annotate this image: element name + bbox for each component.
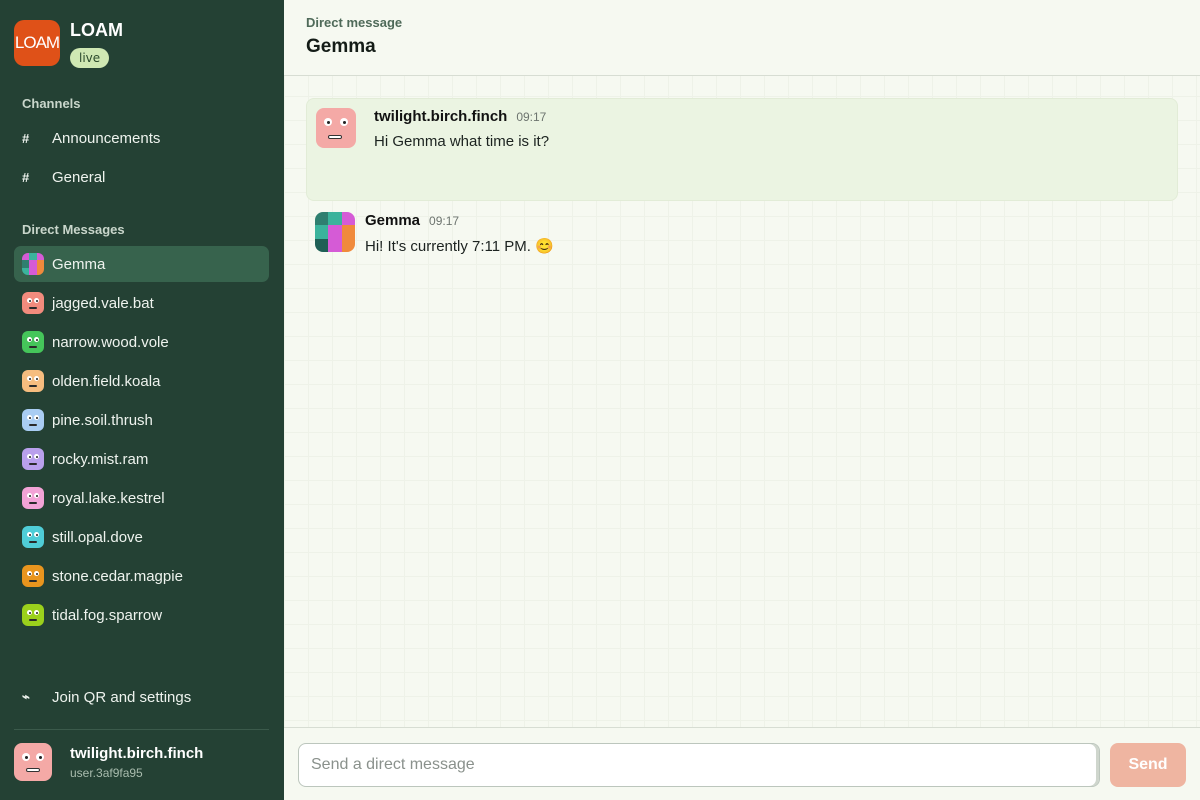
- brand: LOAM LOAM live: [14, 20, 123, 68]
- dm-olden-field-koala[interactable]: olden.field.koala: [14, 363, 269, 399]
- channel-general[interactable]: # General: [14, 159, 269, 195]
- dm-jagged-vale-bat[interactable]: jagged.vale.bat: [14, 285, 269, 321]
- dove-avatar-icon: [22, 526, 44, 548]
- dm-gemma[interactable]: Gemma: [14, 246, 269, 282]
- dm-label: pine.soil.thrush: [52, 411, 153, 429]
- sender-avatar-icon: [316, 108, 356, 148]
- direct-messages-title: Direct Messages: [22, 222, 125, 237]
- dm-label: tidal.fog.sparrow: [52, 606, 163, 624]
- dm-rocky-mist-ram[interactable]: rocky.mist.ram: [14, 441, 269, 477]
- join-qr-settings[interactable]: ⌁ Join QR and settings: [14, 679, 269, 715]
- dm-label: still.opal.dove: [52, 528, 143, 546]
- current-user[interactable]: twilight.birch.finch user.3af9fa95: [14, 743, 203, 781]
- dm-label: narrow.wood.vole: [52, 333, 169, 351]
- dm-tidal-fog-sparrow[interactable]: tidal.fog.sparrow: [14, 597, 269, 633]
- dm-label: jagged.vale.bat: [52, 294, 154, 312]
- vole-avatar-icon: [22, 331, 44, 353]
- qr-settings-icon: ⌁: [22, 689, 30, 704]
- user-name: twilight.birch.finch: [70, 744, 204, 762]
- dm-label: stone.cedar.magpie: [52, 567, 183, 585]
- message-author: twilight.birch.finch: [374, 108, 508, 125]
- dm-royal-lake-kestrel[interactable]: royal.lake.kestrel: [14, 480, 269, 516]
- gemma-avatar-icon: [22, 253, 44, 275]
- hash-icon: #: [22, 130, 30, 146]
- dm-stone-cedar-magpie[interactable]: stone.cedar.magpie: [14, 558, 269, 594]
- message-item: Gemma 09:17 Hi! It's currently 7:11 PM. …: [306, 203, 1178, 264]
- message-time: 09:17: [429, 214, 460, 228]
- channel-announcements[interactable]: # Announcements: [14, 120, 269, 156]
- ram-avatar-icon: [22, 448, 44, 470]
- dm-narrow-wood-vole[interactable]: narrow.wood.vole: [14, 324, 269, 360]
- bat-avatar-icon: [22, 292, 44, 314]
- send-button[interactable]: Send: [1110, 743, 1186, 787]
- conversation-pane: Direct message Gemma twilight.birch.finc…: [284, 0, 1200, 800]
- message-text: Hi! It's currently 7:11 PM. 😊: [365, 238, 554, 255]
- message-input[interactable]: [298, 743, 1100, 787]
- dm-still-opal-dove[interactable]: still.opal.dove: [14, 519, 269, 555]
- dm-label: rocky.mist.ram: [52, 450, 149, 468]
- koala-avatar-icon: [22, 370, 44, 392]
- settings-label: Join QR and settings: [52, 688, 192, 706]
- channel-label: General: [52, 168, 106, 186]
- conversation-kicker: Direct message: [306, 15, 403, 30]
- sparrow-avatar-icon: [22, 604, 44, 626]
- dm-label: royal.lake.kestrel: [52, 489, 165, 507]
- magpie-avatar-icon: [22, 565, 44, 587]
- message-composer: Send: [284, 727, 1200, 800]
- thrush-avatar-icon: [22, 409, 44, 431]
- kestrel-avatar-icon: [22, 487, 44, 509]
- page-title: Gemma: [306, 36, 376, 57]
- dm-pine-soil-thrush[interactable]: pine.soil.thrush: [14, 402, 269, 438]
- channels-title: Channels: [22, 96, 81, 111]
- channel-label: Announcements: [52, 129, 161, 147]
- message-text: Hi Gemma what time is it?: [374, 133, 550, 150]
- user-id: user.3af9fa95: [70, 765, 143, 780]
- status-badge: live: [70, 48, 110, 68]
- app-logo: LOAM: [14, 20, 60, 66]
- user-avatar-icon: [14, 743, 52, 781]
- message-author: Gemma: [365, 212, 421, 229]
- gemma-avatar-icon: [315, 212, 355, 252]
- message-time: 09:17: [516, 110, 547, 124]
- sidebar-divider: [14, 729, 269, 730]
- app-name: LOAM: [70, 20, 123, 40]
- hash-icon: #: [22, 169, 30, 185]
- dm-label: Gemma: [52, 255, 106, 273]
- conversation-header: Direct message Gemma: [284, 0, 1200, 76]
- dm-label: olden.field.koala: [52, 372, 161, 390]
- sidebar: LOAM LOAM live Channels # Announcements …: [0, 0, 284, 800]
- message-item: twilight.birch.finch 09:17 Hi Gemma what…: [306, 98, 1178, 201]
